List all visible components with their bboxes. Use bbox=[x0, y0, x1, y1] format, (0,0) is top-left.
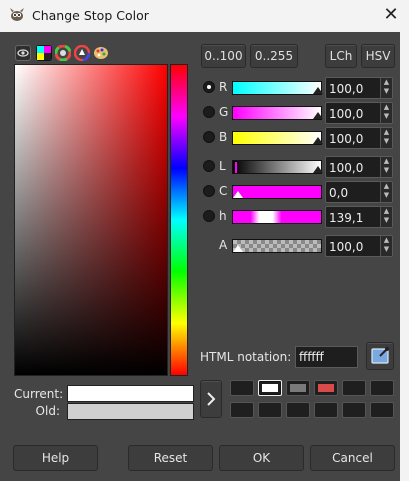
title-bar: Change Stop Color ✕ bbox=[0, 0, 409, 32]
history-swatch[interactable] bbox=[342, 380, 366, 396]
spin-arrows-icon[interactable]: ▲ ▼ bbox=[380, 236, 392, 256]
tab-palette-icon[interactable] bbox=[93, 45, 109, 61]
add-to-history-button[interactable] bbox=[200, 380, 222, 418]
channel-c-radio[interactable] bbox=[203, 185, 215, 197]
channel-r-value: 100,0 bbox=[329, 82, 364, 96]
spin-arrows-icon[interactable]: ▲ ▼ bbox=[380, 157, 392, 177]
channel-g-spin[interactable]: 100,0 ▲ ▼ bbox=[325, 102, 393, 124]
color-wheel-icon bbox=[54, 44, 72, 62]
spin-arrows-icon[interactable]: ▲ ▼ bbox=[380, 182, 392, 202]
history-swatch[interactable] bbox=[314, 380, 338, 396]
channel-c-label: C bbox=[219, 184, 228, 198]
html-notation-label: HTML notation: bbox=[200, 350, 292, 364]
hue-slider[interactable] bbox=[170, 64, 188, 376]
channel-h-spin[interactable]: 139,1 ▲ ▼ bbox=[325, 206, 393, 228]
channel-r-slider[interactable] bbox=[232, 81, 323, 95]
channel-a-slider[interactable] bbox=[232, 239, 322, 253]
channel-h-radio[interactable] bbox=[203, 210, 215, 222]
channel-a-label: A bbox=[219, 238, 228, 252]
cancel-button[interactable]: Cancel bbox=[310, 445, 395, 471]
spin-arrows-icon[interactable]: ▲ ▼ bbox=[380, 207, 392, 227]
channel-r-spin[interactable]: 100,0 ▲ ▼ bbox=[325, 77, 393, 99]
window-edge bbox=[400, 32, 409, 481]
channel-l-slider[interactable] bbox=[232, 160, 323, 174]
ok-button[interactable]: OK bbox=[219, 445, 304, 471]
old-color-swatch[interactable] bbox=[67, 403, 194, 420]
channel-b-label: B bbox=[219, 130, 228, 144]
history-swatch[interactable] bbox=[370, 380, 394, 396]
channel-a-value: 100,0 bbox=[329, 240, 364, 254]
channel-h-label: h bbox=[219, 209, 227, 223]
chevron-right-icon bbox=[207, 392, 216, 406]
palette-icon bbox=[94, 47, 108, 59]
channel-b-radio[interactable] bbox=[203, 131, 215, 143]
channel-c-slider[interactable] bbox=[232, 185, 322, 199]
help-button[interactable]: Help bbox=[13, 445, 98, 471]
range-255-button[interactable]: 0..255 bbox=[250, 44, 298, 68]
eyedropper-icon bbox=[371, 347, 389, 364]
tab-cmyk-icon[interactable] bbox=[36, 45, 52, 61]
current-color-swatch bbox=[67, 385, 194, 402]
history-swatch[interactable] bbox=[230, 402, 254, 418]
channel-a-spin[interactable]: 100,0 ▲ ▼ bbox=[325, 235, 393, 257]
channel-l-value: 100,0 bbox=[329, 161, 364, 175]
history-swatch[interactable] bbox=[370, 402, 394, 418]
channel-l-radio[interactable] bbox=[203, 160, 215, 172]
history-swatch[interactable] bbox=[258, 402, 282, 418]
gimp-icon bbox=[10, 8, 24, 21]
html-notation-input[interactable] bbox=[295, 346, 358, 368]
channel-r-radio[interactable] bbox=[203, 81, 215, 93]
spin-arrows-icon[interactable]: ▲ ▼ bbox=[380, 78, 392, 98]
channel-g-label: G bbox=[219, 105, 229, 119]
channel-r-label: R bbox=[219, 80, 228, 94]
channel-b-spin[interactable]: 100,0 ▲ ▼ bbox=[325, 127, 393, 149]
tab-eye-icon[interactable] bbox=[15, 45, 31, 61]
lch-button[interactable]: LCh bbox=[325, 44, 357, 68]
channel-b-slider[interactable] bbox=[232, 131, 323, 145]
saturation-value-area[interactable] bbox=[14, 64, 168, 376]
channel-h-value: 139,1 bbox=[329, 211, 364, 225]
tab-color-wheel-icon[interactable] bbox=[54, 44, 72, 62]
history-swatch[interactable] bbox=[286, 380, 310, 396]
history-swatch[interactable] bbox=[342, 402, 366, 418]
channel-g-slider[interactable] bbox=[232, 106, 323, 120]
eye-icon bbox=[17, 49, 29, 57]
channel-l-label: L bbox=[219, 159, 226, 173]
channel-h-slider[interactable] bbox=[232, 210, 322, 224]
channel-l-spin[interactable]: 100,0 ▲ ▼ bbox=[325, 156, 393, 178]
history-swatch[interactable] bbox=[258, 380, 282, 396]
spin-arrows-icon[interactable]: ▲ ▼ bbox=[380, 128, 392, 148]
old-label: Old: bbox=[35, 404, 60, 418]
spin-arrows-icon[interactable]: ▲ ▼ bbox=[380, 103, 392, 123]
range-100-button[interactable]: 0..100 bbox=[201, 44, 246, 68]
channel-c-value: 0,0 bbox=[329, 186, 349, 200]
reset-button[interactable]: Reset bbox=[128, 445, 213, 471]
hsv-button[interactable]: HSV bbox=[361, 44, 395, 68]
triangle-icon bbox=[73, 44, 91, 62]
channel-g-radio[interactable] bbox=[203, 106, 215, 118]
cmyk-icon bbox=[37, 46, 51, 60]
channel-c-spin[interactable]: 0,0 ▲ ▼ bbox=[325, 181, 393, 203]
current-label: Current: bbox=[14, 387, 64, 401]
tab-triangle-icon[interactable] bbox=[73, 44, 91, 62]
color-picker-button[interactable] bbox=[366, 342, 394, 370]
channel-g-value: 100,0 bbox=[329, 107, 364, 121]
window-title: Change Stop Color bbox=[32, 8, 149, 23]
history-swatch[interactable] bbox=[314, 402, 338, 418]
channel-b-value: 100,0 bbox=[329, 132, 364, 146]
history-swatch[interactable] bbox=[230, 380, 254, 396]
history-swatch[interactable] bbox=[286, 402, 310, 418]
close-icon[interactable]: ✕ bbox=[380, 4, 402, 26]
